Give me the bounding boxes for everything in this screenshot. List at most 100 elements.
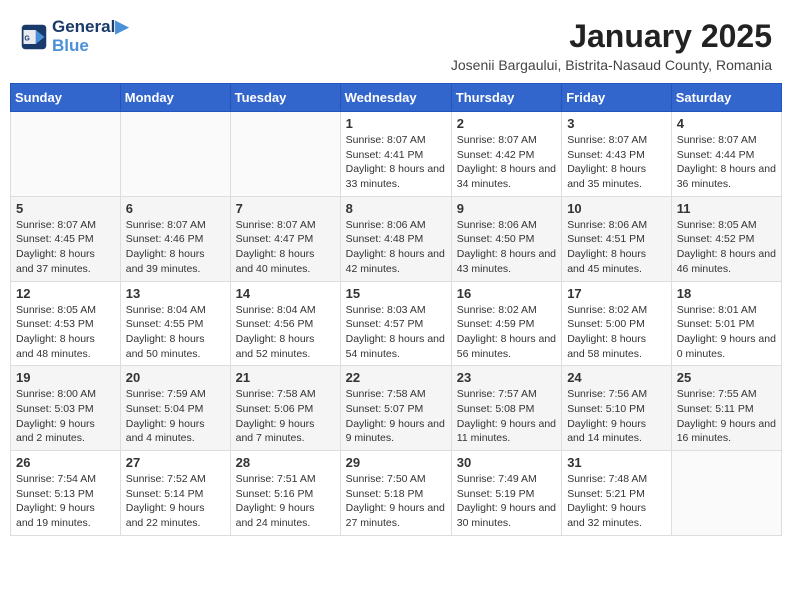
calendar-cell: 24 Sunrise: 7:56 AMSunset: 5:10 PMDayligh… [562,366,672,451]
day-number: 25 [677,370,776,385]
header: G General▶ Blue January 2025 Josenii Bar… [10,10,782,77]
day-info: Sunrise: 8:04 AMSunset: 4:56 PMDaylight:… [236,303,335,362]
calendar-cell: 30 Sunrise: 7:49 AMSunset: 5:19 PMDayligh… [451,451,561,536]
day-info: Sunrise: 7:48 AMSunset: 5:21 PMDaylight:… [567,472,666,531]
day-number: 20 [126,370,225,385]
calendar-week-1: 1 Sunrise: 8:07 AMSunset: 4:41 PMDaylight… [11,112,782,197]
calendar-cell: 5Sunrise: 8:07 AMSunset: 4:45 PMDaylight… [11,196,121,281]
day-number: 26 [16,455,115,470]
calendar-cell: 22 Sunrise: 7:58 AMSunset: 5:07 PMDayligh… [340,366,451,451]
calendar-cell: 28 Sunrise: 7:51 AMSunset: 5:16 PMDayligh… [230,451,340,536]
calendar-header-thursday: Thursday [451,84,561,112]
calendar-cell: 13 Sunrise: 8:04 AMSunset: 4:55 PMDayligh… [120,281,230,366]
day-number: 15 [346,286,446,301]
calendar-week-5: 26 Sunrise: 7:54 AMSunset: 5:13 PMDayligh… [11,451,782,536]
day-number: 9 [457,201,556,216]
calendar-cell: 19 Sunrise: 8:00 AMSunset: 5:03 PMDayligh… [11,366,121,451]
calendar-header-sunday: Sunday [11,84,121,112]
day-number: 12 [16,286,115,301]
day-info: Sunrise: 8:07 AMSunset: 4:47 PMDaylight:… [236,218,335,277]
calendar-cell: 20 Sunrise: 7:59 AMSunset: 5:04 PMDayligh… [120,366,230,451]
day-info: Sunrise: 8:07 AMSunset: 4:44 PMDaylight:… [677,133,776,192]
day-number: 28 [236,455,335,470]
logo-icon: G [20,23,48,51]
day-info: Sunrise: 7:50 AMSunset: 5:18 PMDaylight:… [346,472,446,531]
day-info: Sunrise: 8:03 AMSunset: 4:57 PMDaylight:… [346,303,446,362]
day-number: 21 [236,370,335,385]
calendar-cell: 2 Sunrise: 8:07 AMSunset: 4:42 PMDaylight… [451,112,561,197]
day-info: Sunrise: 8:07 AMSunset: 4:45 PMDaylight:… [16,218,115,277]
day-number: 29 [346,455,446,470]
day-info: Sunrise: 7:54 AMSunset: 5:13 PMDaylight:… [16,472,115,531]
day-number: 18 [677,286,776,301]
day-info: Sunrise: 7:57 AMSunset: 5:08 PMDaylight:… [457,387,556,446]
day-info: Sunrise: 7:49 AMSunset: 5:19 PMDaylight:… [457,472,556,531]
day-info: Sunrise: 8:00 AMSunset: 5:03 PMDaylight:… [16,387,115,446]
calendar-cell [120,112,230,197]
calendar-cell [11,112,121,197]
day-number: 2 [457,116,556,131]
calendar-cell: 21 Sunrise: 7:58 AMSunset: 5:06 PMDayligh… [230,366,340,451]
day-info: Sunrise: 8:06 AMSunset: 4:50 PMDaylight:… [457,218,556,277]
title-block: January 2025 Josenii Bargaului, Bistrita… [451,18,772,73]
day-number: 24 [567,370,666,385]
day-info: Sunrise: 7:56 AMSunset: 5:10 PMDaylight:… [567,387,666,446]
day-info: Sunrise: 7:52 AMSunset: 5:14 PMDaylight:… [126,472,225,531]
day-number: 27 [126,455,225,470]
day-number: 16 [457,286,556,301]
calendar-cell: 3 Sunrise: 8:07 AMSunset: 4:43 PMDaylight… [562,112,672,197]
calendar-cell: 31 Sunrise: 7:48 AMSunset: 5:21 PMDayligh… [562,451,672,536]
month-title: January 2025 [451,18,772,55]
day-info: Sunrise: 8:07 AMSunset: 4:43 PMDaylight:… [567,133,666,192]
calendar-cell: 12Sunrise: 8:05 AMSunset: 4:53 PMDayligh… [11,281,121,366]
calendar-cell: 16Sunrise: 8:02 AMSunset: 4:59 PMDayligh… [451,281,561,366]
day-info: Sunrise: 8:07 AMSunset: 4:46 PMDaylight:… [126,218,225,277]
calendar-cell: 1 Sunrise: 8:07 AMSunset: 4:41 PMDaylight… [340,112,451,197]
day-number: 1 [346,116,446,131]
calendar-cell: 7Sunrise: 8:07 AMSunset: 4:47 PMDaylight… [230,196,340,281]
calendar-cell: 26 Sunrise: 7:54 AMSunset: 5:13 PMDayligh… [11,451,121,536]
day-info: Sunrise: 7:58 AMSunset: 5:07 PMDaylight:… [346,387,446,446]
day-info: Sunrise: 8:01 AMSunset: 5:01 PMDaylight:… [677,303,776,362]
calendar-cell [671,451,781,536]
calendar-cell: 25 Sunrise: 7:55 AMSunset: 5:11 PMDayligh… [671,366,781,451]
calendar-cell: 29 Sunrise: 7:50 AMSunset: 5:18 PMDayligh… [340,451,451,536]
day-info: Sunrise: 8:06 AMSunset: 4:48 PMDaylight:… [346,218,446,277]
calendar-cell [230,112,340,197]
day-info: Sunrise: 8:07 AMSunset: 4:42 PMDaylight:… [457,133,556,192]
calendar-header-saturday: Saturday [671,84,781,112]
day-info: Sunrise: 7:59 AMSunset: 5:04 PMDaylight:… [126,387,225,446]
day-number: 31 [567,455,666,470]
calendar-cell: 4Sunrise: 8:07 AMSunset: 4:44 PMDaylight… [671,112,781,197]
calendar-cell: 8Sunrise: 8:06 AMSunset: 4:48 PMDaylight… [340,196,451,281]
day-info: Sunrise: 7:58 AMSunset: 5:06 PMDaylight:… [236,387,335,446]
calendar-cell: 18 Sunrise: 8:01 AMSunset: 5:01 PMDayligh… [671,281,781,366]
day-number: 11 [677,201,776,216]
calendar-cell: 10Sunrise: 8:06 AMSunset: 4:51 PMDayligh… [562,196,672,281]
day-number: 22 [346,370,446,385]
day-number: 14 [236,286,335,301]
calendar-week-2: 5Sunrise: 8:07 AMSunset: 4:45 PMDaylight… [11,196,782,281]
day-number: 13 [126,286,225,301]
day-number: 30 [457,455,556,470]
day-info: Sunrise: 8:05 AMSunset: 4:52 PMDaylight:… [677,218,776,277]
calendar-cell: 27 Sunrise: 7:52 AMSunset: 5:14 PMDayligh… [120,451,230,536]
day-info: Sunrise: 8:07 AMSunset: 4:41 PMDaylight:… [346,133,446,192]
day-number: 6 [126,201,225,216]
day-info: Sunrise: 8:02 AMSunset: 5:00 PMDaylight:… [567,303,666,362]
location-title: Josenii Bargaului, Bistrita-Nasaud Count… [451,57,772,73]
calendar-cell: 11 Sunrise: 8:05 AMSunset: 4:52 PMDayligh… [671,196,781,281]
calendar-header-friday: Friday [562,84,672,112]
day-info: Sunrise: 8:04 AMSunset: 4:55 PMDaylight:… [126,303,225,362]
day-number: 3 [567,116,666,131]
calendar-header-wednesday: Wednesday [340,84,451,112]
day-number: 23 [457,370,556,385]
day-info: Sunrise: 7:51 AMSunset: 5:16 PMDaylight:… [236,472,335,531]
day-number: 10 [567,201,666,216]
day-number: 19 [16,370,115,385]
page-wrapper: G General▶ Blue January 2025 Josenii Bar… [10,10,782,536]
calendar-cell: 9 Sunrise: 8:06 AMSunset: 4:50 PMDaylight… [451,196,561,281]
calendar-header-tuesday: Tuesday [230,84,340,112]
day-info: Sunrise: 7:55 AMSunset: 5:11 PMDaylight:… [677,387,776,446]
calendar-table: SundayMondayTuesdayWednesdayThursdayFrid… [10,83,782,536]
